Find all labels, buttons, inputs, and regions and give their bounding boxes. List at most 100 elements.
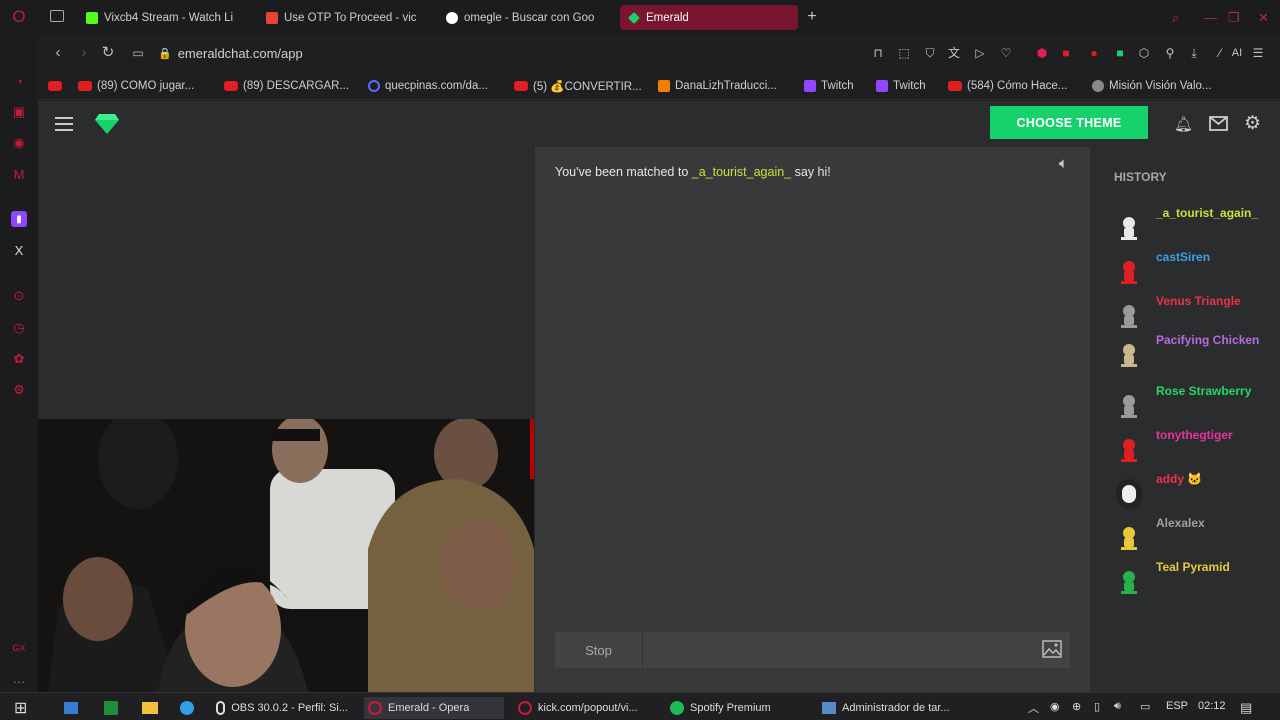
tab-gmail[interactable]: Use OTP To Proceed - vic bbox=[258, 5, 426, 30]
sidebar-player-icon[interactable]: ⊙ bbox=[11, 288, 27, 304]
snapshot-icon[interactable]: ⬚ bbox=[896, 45, 912, 61]
choose-theme-button[interactable]: CHOOSE THEME bbox=[990, 106, 1148, 139]
sidebar-history-icon[interactable]: ◷ bbox=[11, 320, 27, 336]
bookmark-item[interactable]: Misión Visión Valo... bbox=[1092, 78, 1211, 94]
close-button[interactable]: ✕ bbox=[1258, 10, 1269, 26]
history-username[interactable]: Venus Triangle bbox=[1156, 293, 1266, 309]
sidebar-extensions-icon[interactable]: ✿ bbox=[11, 351, 27, 367]
mail-icon[interactable] bbox=[1209, 116, 1228, 131]
send-icon[interactable]: ▷ bbox=[972, 45, 988, 61]
image-upload-icon[interactable] bbox=[1042, 640, 1062, 658]
hamburger-icon[interactable] bbox=[55, 117, 73, 131]
matched-username[interactable]: _a_tourist_again_ bbox=[692, 165, 791, 179]
url-text[interactable]: emeraldchat.com/app bbox=[178, 46, 303, 61]
user-icon[interactable]: ⚲ bbox=[1162, 45, 1178, 61]
history-item[interactable]: addy 🐱 bbox=[1114, 471, 1280, 509]
tray-network-icon[interactable]: ⊕ bbox=[1072, 700, 1081, 713]
sidebar-more-icon[interactable]: … bbox=[11, 670, 27, 686]
history-item[interactable]: tonythegtiger bbox=[1114, 427, 1280, 465]
bookmark-item[interactable]: Twitch bbox=[804, 78, 854, 94]
history-item[interactable]: Teal Pyramid bbox=[1114, 559, 1280, 597]
emerald-logo-icon[interactable] bbox=[95, 114, 119, 134]
shield-icon[interactable]: ⛉ bbox=[922, 45, 938, 61]
sidebar-twitch-icon[interactable]: ▮ bbox=[11, 211, 27, 227]
reload-button[interactable]: ↻ bbox=[98, 43, 118, 63]
bookmark-item[interactable]: (89) DESCARGAR... bbox=[224, 78, 349, 94]
history-username[interactable]: Rose Strawberry bbox=[1156, 383, 1266, 399]
camera-icon[interactable]: ▭ bbox=[128, 43, 148, 63]
excel-icon[interactable] bbox=[100, 697, 122, 719]
taskbar-item-obs[interactable]: OBS 30.0.2 - Perfil: Si... bbox=[212, 697, 352, 719]
download-icon[interactable]: ⤓ bbox=[1186, 45, 1202, 61]
back-button[interactable]: ‹ bbox=[48, 43, 68, 63]
history-item[interactable]: Alexalex bbox=[1114, 515, 1280, 553]
extension-badge-icon[interactable]: ● bbox=[1086, 45, 1102, 61]
history-username[interactable]: addy 🐱 bbox=[1156, 471, 1266, 487]
stop-button[interactable]: Stop bbox=[555, 632, 643, 668]
notifications-icon[interactable]: ▤ bbox=[1240, 700, 1252, 716]
tray-volume-icon[interactable]: 🔊︎ bbox=[1114, 700, 1121, 713]
history-username[interactable]: castSiren bbox=[1156, 249, 1266, 265]
forward-button[interactable]: › bbox=[74, 43, 94, 63]
extensions-icon[interactable]: ⬡ bbox=[1136, 45, 1152, 61]
wand-icon[interactable]: ⁄ bbox=[1212, 45, 1228, 61]
url-box[interactable]: 🔒 emeraldchat.com/app bbox=[158, 40, 868, 66]
history-item[interactable]: Venus Triangle bbox=[1114, 293, 1280, 331]
sidebar-aria-icon[interactable]: ◔ bbox=[11, 73, 27, 89]
search-icon[interactable]: ⌕ bbox=[1172, 10, 1179, 26]
history-item[interactable]: Rose Strawberry bbox=[1114, 383, 1280, 421]
bookmark-item[interactable]: DanaLizhTraducci... bbox=[658, 78, 777, 94]
tab-google[interactable]: omegle - Buscar con Goo bbox=[438, 5, 610, 30]
pin-icon[interactable]: ⊓ bbox=[870, 45, 886, 61]
tray-battery-icon[interactable]: ▯ bbox=[1094, 700, 1100, 713]
volume-icon[interactable]: 🔈︎ bbox=[1059, 155, 1068, 172]
minimize-button[interactable]: — bbox=[1204, 10, 1217, 25]
sidebar-settings-icon[interactable]: ⚙ bbox=[11, 382, 27, 398]
extension-red-icon[interactable]: ■ bbox=[1058, 45, 1074, 61]
translate-icon[interactable]: 文 bbox=[946, 45, 962, 61]
history-item[interactable]: castSiren bbox=[1114, 249, 1280, 287]
bookmark-item[interactable]: (5) 💰CONVERTIR... bbox=[514, 78, 642, 94]
adblock-icon[interactable]: ⬢ bbox=[1034, 45, 1050, 61]
edge-icon[interactable] bbox=[176, 697, 198, 719]
history-username[interactable]: tonythegtiger bbox=[1156, 427, 1266, 443]
tab-kick[interactable]: Vixcb4 Stream - Watch Li bbox=[78, 5, 246, 30]
history-username[interactable]: Alexalex bbox=[1156, 515, 1266, 531]
extension-green-icon[interactable]: ■ bbox=[1112, 45, 1128, 61]
opera-logo-icon[interactable]: O bbox=[11, 7, 27, 26]
bookmark-item[interactable]: quecpinas.com/da... bbox=[368, 78, 488, 94]
tray-app-icon[interactable]: ◉ bbox=[1050, 700, 1060, 713]
sidebar-x-icon[interactable]: X bbox=[11, 242, 27, 258]
history-username[interactable]: Teal Pyramid bbox=[1156, 559, 1266, 575]
bookmark-item[interactable] bbox=[48, 78, 62, 94]
tab-emerald[interactable]: Emerald bbox=[620, 5, 798, 30]
bookmark-item[interactable]: (89) COMO jugar... bbox=[78, 78, 194, 94]
bookmark-item[interactable]: Twitch bbox=[876, 78, 926, 94]
language-indicator[interactable]: ESP bbox=[1166, 700, 1188, 712]
tab-overview-icon[interactable] bbox=[50, 10, 64, 22]
sidebar-gmail-icon[interactable]: M bbox=[11, 166, 27, 182]
sidebar-gx-icon[interactable]: GX bbox=[11, 640, 27, 656]
gear-icon[interactable]: ⚙ bbox=[1244, 112, 1261, 135]
tray-display-icon[interactable]: ▭ bbox=[1140, 700, 1150, 713]
sidebar-messenger-icon[interactable]: ◉ bbox=[11, 135, 27, 151]
sidebar-bag-icon[interactable]: ▣ bbox=[11, 104, 27, 120]
bell-icon[interactable]: 🔔︎ bbox=[1174, 115, 1193, 133]
folder-icon[interactable] bbox=[138, 697, 162, 719]
store-icon[interactable] bbox=[60, 697, 82, 719]
new-tab-button[interactable]: + bbox=[803, 8, 821, 26]
history-item[interactable]: Pacifying Chicken bbox=[1114, 332, 1280, 370]
history-username[interactable]: Pacifying Chicken bbox=[1156, 332, 1266, 348]
heart-icon[interactable]: ♡ bbox=[998, 45, 1014, 61]
taskbar-item-taskmgr[interactable]: Administrador de tar... bbox=[818, 697, 958, 719]
message-input[interactable] bbox=[645, 632, 1035, 668]
taskbar-item-kick[interactable]: kick.com/popout/vi... bbox=[514, 697, 654, 719]
restore-button[interactable]: ❐ bbox=[1228, 10, 1240, 26]
bookmark-item[interactable]: (584) Cómo Hace... bbox=[948, 78, 1067, 94]
start-icon[interactable]: ⊞ bbox=[10, 697, 31, 719]
clock[interactable]: 02:12 bbox=[1198, 700, 1226, 712]
history-item[interactable]: _a_tourist_again_ bbox=[1114, 205, 1280, 243]
ai-button[interactable]: AI bbox=[1228, 45, 1246, 61]
taskbar-item-emerald[interactable]: Emerald - Opera bbox=[364, 697, 504, 719]
tray-chevron-icon[interactable]: ︿ bbox=[1028, 700, 1039, 716]
